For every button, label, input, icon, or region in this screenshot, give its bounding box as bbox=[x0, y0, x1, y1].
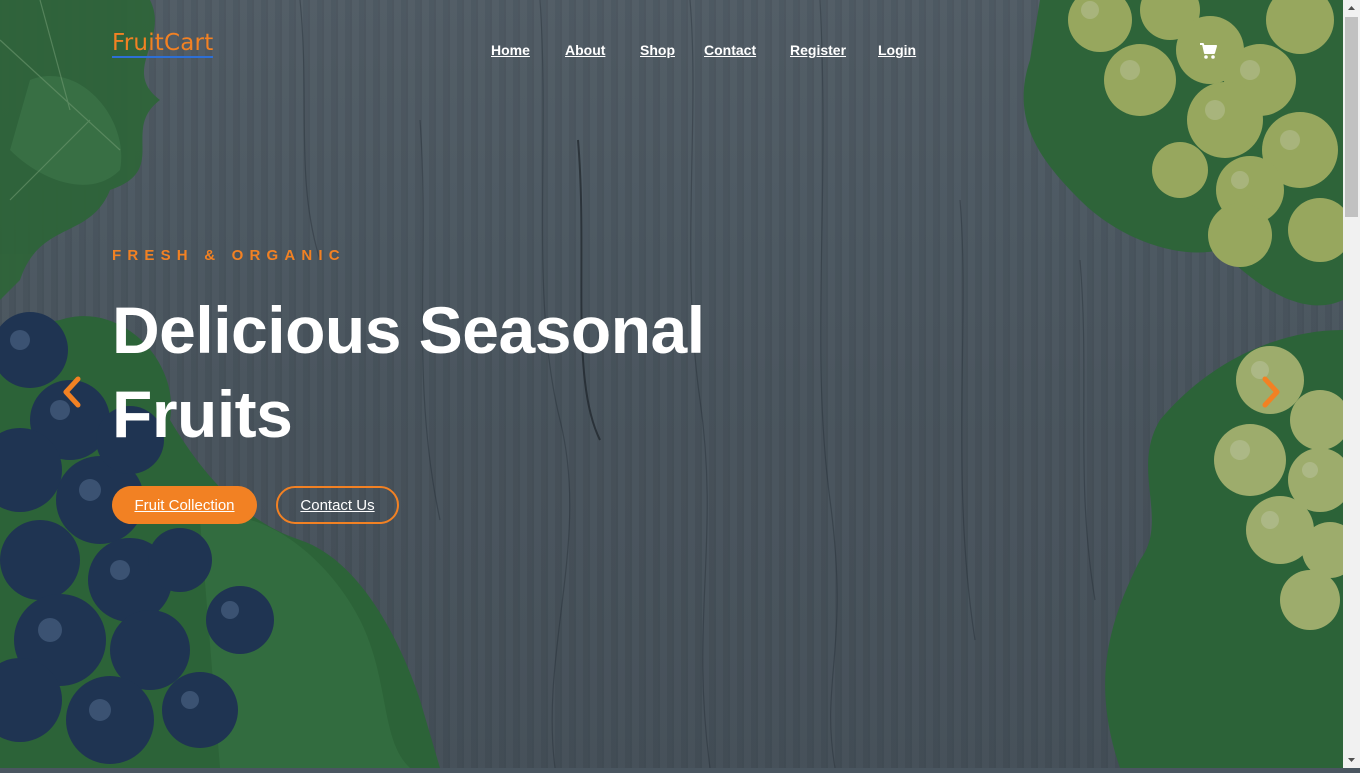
nav-login[interactable]: Login bbox=[878, 42, 916, 58]
vertical-scrollbar[interactable] bbox=[1343, 0, 1360, 768]
hero-subtitle: FRESH & ORGANIC bbox=[112, 247, 346, 264]
nav-register[interactable]: Register bbox=[790, 42, 846, 58]
nav-contact[interactable]: Contact bbox=[704, 42, 756, 58]
chevron-left-icon[interactable] bbox=[61, 376, 83, 408]
hero-section: FruitCart Home About Shop Contact Regist… bbox=[0, 0, 1343, 768]
contact-us-button[interactable]: Contact Us bbox=[276, 486, 399, 524]
nav-shop[interactable]: Shop bbox=[640, 42, 675, 58]
nav-home[interactable]: Home bbox=[491, 42, 530, 58]
fruit-collection-button[interactable]: Fruit Collection bbox=[112, 486, 257, 524]
scroll-down-arrow-icon[interactable] bbox=[1343, 751, 1360, 768]
scrollbar-thumb[interactable] bbox=[1345, 17, 1358, 217]
hero-headline: Delicious Seasonal Fruits bbox=[112, 293, 705, 451]
scroll-up-arrow-icon[interactable] bbox=[1343, 0, 1360, 17]
shopping-cart-icon[interactable] bbox=[1199, 42, 1217, 60]
nav-about[interactable]: About bbox=[565, 42, 605, 58]
site-logo[interactable]: FruitCart bbox=[112, 30, 214, 58]
chevron-right-icon[interactable] bbox=[1260, 376, 1282, 408]
